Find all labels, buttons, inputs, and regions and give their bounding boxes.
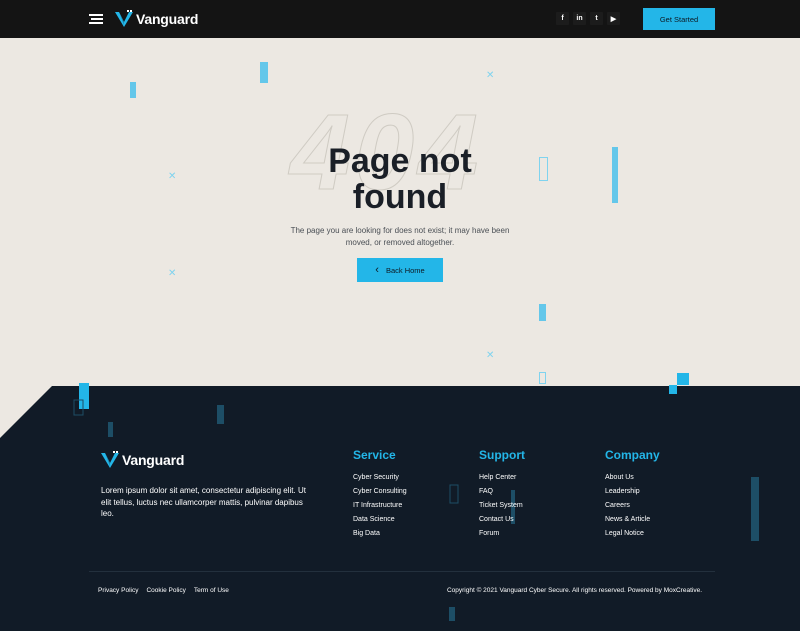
decor-x-icon: ✕ [486,350,495,361]
description-line2: moved, or removed altogether. [345,238,455,247]
decor-bar [612,147,618,203]
footer-link[interactable]: IT Infrastructure [353,499,407,513]
footer-column-company: Company About Us Leadership Careers News… [605,448,660,541]
back-home-button[interactable]: ‹ Back Home [357,258,443,282]
column-title: Support [479,448,525,462]
footer-link[interactable]: Big Data [353,527,407,541]
footer-link[interactable]: Cyber Security [353,471,407,485]
copyright-text: Copyright © 2021 Vanguard Cyber Secure. … [446,587,702,594]
menu-icon[interactable] [89,14,103,24]
footer-link[interactable]: Forum [479,527,525,541]
decor-outline [539,372,546,384]
footer-link[interactable]: Ticket System [479,499,525,513]
description-line1: The page you are looking for does not ex… [290,226,510,235]
vanguard-logo-icon [115,10,133,27]
decor-x-icon: ✕ [168,171,177,182]
footer-link[interactable]: Legal Notice [605,527,660,541]
footer-link[interactable]: Data Science [353,513,407,527]
header-logo-text: Vanguard [136,10,199,27]
footer-link[interactable]: Contact Us [479,513,525,527]
page-title: Page not found [250,143,550,215]
decor-x-icon: ✕ [486,70,495,81]
back-home-label: Back Home [385,265,425,275]
header-logo[interactable]: Vanguard [115,10,198,27]
footer-link[interactable]: Cyber Consulting [353,485,407,499]
social-links: f in t ▶ [556,12,620,25]
footer-logo[interactable]: Vanguard [101,451,184,468]
twitter-icon[interactable]: t [590,12,603,25]
footer-link[interactable]: News & Article [605,513,660,527]
cookie-policy-link[interactable]: Cookie Policy [146,587,185,594]
footer-link[interactable]: Leadership [605,485,660,499]
page-title-line2: found [352,178,448,216]
page-description: The page you are looking for does not ex… [280,225,520,249]
privacy-policy-link[interactable]: Privacy Policy [98,587,138,594]
site-header: Vanguard f in t ▶ Get Started [0,0,800,38]
youtube-icon[interactable]: ▶ [607,12,620,25]
linkedin-icon[interactable]: in [573,12,586,25]
footer-logo-text: Vanguard [122,451,185,468]
footer-link[interactable]: FAQ [479,485,525,499]
page-title-line1: Page not [328,142,472,180]
column-title: Service [353,448,396,462]
vanguard-logo-icon [101,451,119,468]
column-title: Company [605,448,660,462]
footer-link[interactable]: Careers [605,499,660,513]
facebook-icon[interactable]: f [556,12,569,25]
terms-of-use-link[interactable]: Term of Use [194,587,229,594]
decor-bar [539,304,546,321]
decor-bar [260,62,268,83]
decor-bar [130,82,136,98]
footer-divider [89,571,715,572]
get-started-button[interactable]: Get Started [643,8,715,30]
decor-x-icon: ✕ [168,268,177,279]
footer-link[interactable]: About Us [605,471,660,485]
chevron-left-icon: ‹ [375,264,379,276]
legal-links: Privacy Policy Cookie Policy Term of Use [98,587,229,594]
footer-column-service: Service Cyber Security Cyber Consulting … [353,448,407,541]
footer-link[interactable]: Help Center [479,471,525,485]
footer-description: Lorem ipsum dolor sit amet, consectetur … [101,486,306,518]
footer-column-support: Support Help Center FAQ Ticket System Co… [479,448,525,541]
